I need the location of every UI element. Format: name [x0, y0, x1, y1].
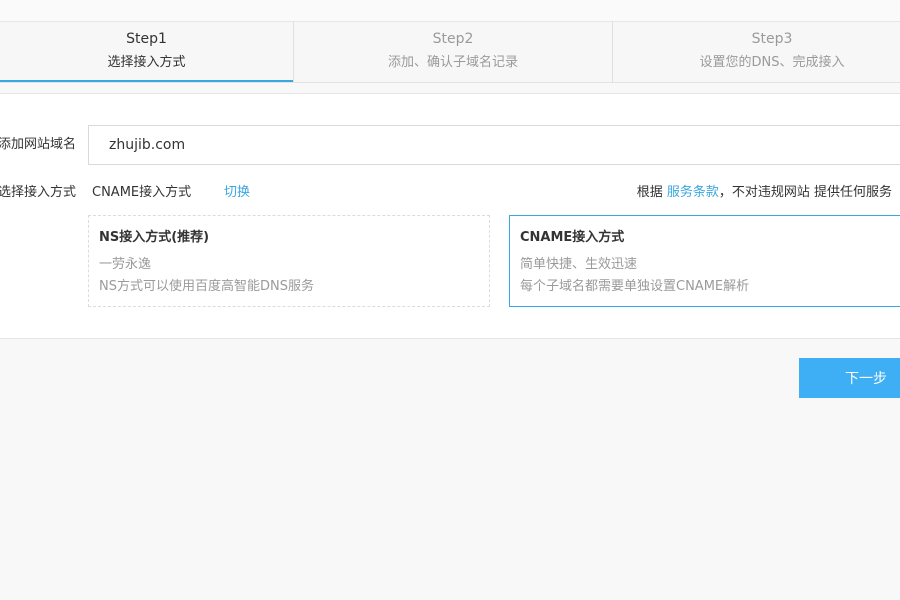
- ns-card-line-2: NS方式可以使用百度高智能DNS服务: [99, 279, 314, 294]
- access-form: 添加网站域名 选择接入方式 CNAME接入方式 切换 根据 服务条款，不对违规网…: [0, 93, 900, 339]
- domain-label: 添加网站域名: [0, 137, 77, 152]
- domain-input[interactable]: [88, 125, 900, 165]
- terms-prefix: 根据: [636, 185, 667, 200]
- step-3: Step3 设置您的DNS、完成接入: [612, 22, 900, 82]
- current-method: CNAME接入方式: [92, 185, 192, 200]
- switch-method-link[interactable]: 切换: [224, 185, 250, 201]
- cname-card-line-1: 简单快捷、生效迅速: [520, 257, 638, 272]
- cname-card-line-2: 每个子域名都需要单独设置CNAME解析: [520, 279, 750, 294]
- cname-card-title: CNAME接入方式: [520, 230, 625, 245]
- step-2-title: 添加、确认子域名记录: [387, 55, 518, 70]
- method-label: 选择接入方式: [0, 185, 77, 200]
- ns-card-line-1: 一劳永逸: [99, 257, 152, 272]
- step-indicator: Step1 选择接入方式 Step2 添加、确认子域名记录 Step3 设置您的…: [0, 22, 900, 83]
- terms-suffix: ，不对违规网站 提供任何服务: [718, 185, 892, 200]
- cname-method-card[interactable]: CNAME接入方式 简单快捷、生效迅速 每个子域名都需要单独设置CNAME解析 …: [509, 215, 900, 307]
- step-1: Step1 选择接入方式: [0, 22, 293, 82]
- step-3-number: Step3: [751, 31, 793, 47]
- ns-card-title: NS接入方式(推荐): [99, 230, 210, 245]
- step-1-number: Step1: [126, 31, 167, 47]
- ns-method-card[interactable]: NS接入方式(推荐) 一劳永逸 NS方式可以使用百度高智能DNS服务: [88, 215, 490, 307]
- terms-notice: 根据 服务条款，不对违规网站 提供任何服务: [637, 185, 892, 201]
- step-3-title: 设置您的DNS、完成接入: [699, 55, 845, 70]
- top-bar: [0, 0, 900, 22]
- step-2: Step2 添加、确认子域名记录: [293, 22, 612, 82]
- terms-link[interactable]: 服务条款: [667, 185, 719, 200]
- next-step-button[interactable]: 下一步: [799, 358, 900, 398]
- step-2-number: Step2: [432, 31, 474, 47]
- step-1-title: 选择接入方式: [107, 55, 186, 70]
